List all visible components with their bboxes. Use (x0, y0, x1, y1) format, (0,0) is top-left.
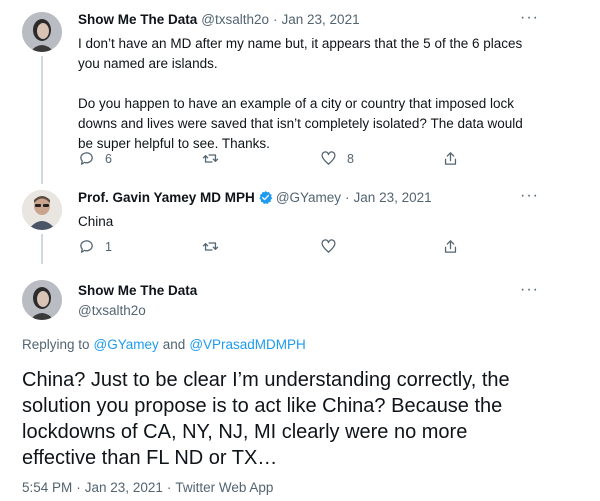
more-icon[interactable]: ··· (520, 9, 539, 27)
reply-icon (80, 152, 93, 165)
tweet-text: China (78, 214, 114, 229)
retweet-icon (202, 242, 219, 251)
main-tweet-line: solution you propose is to act like Chin… (22, 395, 503, 417)
avatar[interactable] (22, 12, 62, 52)
retweet-icon (202, 154, 219, 163)
like-button[interactable]: 8 (320, 150, 354, 167)
tweet-date[interactable]: Jan 23, 2021 (85, 480, 163, 495)
author-handle[interactable]: @GYamey (276, 190, 341, 205)
thread-line (41, 56, 43, 184)
replying-prefix: Replying to (22, 337, 90, 352)
thread-line (41, 234, 43, 264)
like-button[interactable] (320, 238, 347, 255)
retweet-button[interactable] (202, 238, 229, 255)
retweet-button[interactable] (202, 150, 229, 167)
separator: · (76, 480, 81, 495)
main-tweet-line: China? Just to be clear I’m understandin… (22, 369, 510, 391)
share-icon (444, 152, 457, 165)
tweet-date[interactable]: Jan 23, 2021 (354, 190, 432, 205)
reply-icon (80, 240, 93, 253)
verified-badge-icon (259, 190, 273, 204)
tweet-text-line: I don’t have an MD after my name but, it… (78, 36, 523, 51)
avatar[interactable] (22, 190, 62, 230)
reply-count: 1 (105, 239, 112, 254)
author-handle[interactable]: @txsalth2o (201, 12, 269, 27)
author-handle[interactable]: @txsalth2o (78, 303, 146, 318)
tweet-text-line: Do you happen to have an example of a ci… (78, 96, 515, 111)
like-count: 8 (347, 151, 354, 166)
more-icon[interactable]: ··· (520, 187, 539, 205)
avatar-image (22, 190, 62, 230)
tweet-text-line: downs and lives were saved that isn’t co… (78, 116, 523, 131)
tweet-text: I don’t have an MD after my name but, it… (78, 34, 578, 154)
avatar[interactable] (22, 280, 62, 320)
replying-and: and (162, 337, 186, 352)
share-icon (444, 240, 457, 253)
tweet-time[interactable]: 5:54 PM (22, 480, 72, 495)
separator: · (166, 480, 172, 495)
tweet-date[interactable]: Jan 23, 2021 (282, 12, 360, 27)
separator: · (345, 190, 350, 205)
more-icon[interactable]: ··· (520, 281, 539, 299)
author-name[interactable]: Show Me The Data (78, 283, 197, 298)
share-button[interactable] (442, 238, 459, 255)
avatar-image (22, 12, 62, 52)
tweet-text-line: you named are islands. (78, 56, 218, 71)
author-name[interactable]: Prof. Gavin Yamey MD MPH (78, 190, 255, 205)
separator: · (273, 12, 278, 27)
main-tweet-line: effective than FL ND or TX… (22, 447, 278, 469)
main-tweet-text: China? Just to be clear I’m understandin… (22, 367, 592, 471)
reply-button[interactable]: 1 (78, 238, 112, 255)
tweet-source[interactable]: Twitter Web App (175, 480, 273, 495)
main-tweet-line: lockdowns of CA, NY, NJ, MI clearly were… (22, 421, 468, 443)
reply-count: 6 (105, 151, 112, 166)
mention-link[interactable]: @VPrasadMDMPH (189, 337, 305, 352)
avatar-image (22, 280, 62, 320)
like-icon (321, 239, 336, 253)
tweet-timestamp: 5:54 PM · Jan 23, 2021 · Twitter Web App (22, 480, 273, 495)
author-name[interactable]: Show Me The Data (78, 12, 197, 27)
replying-to: Replying to @GYamey and @VPrasadMDMPH (22, 337, 306, 352)
mention-link[interactable]: @GYamey (94, 337, 159, 352)
reply-button[interactable]: 6 (78, 150, 112, 167)
like-icon (321, 151, 336, 165)
share-button[interactable] (442, 150, 459, 167)
